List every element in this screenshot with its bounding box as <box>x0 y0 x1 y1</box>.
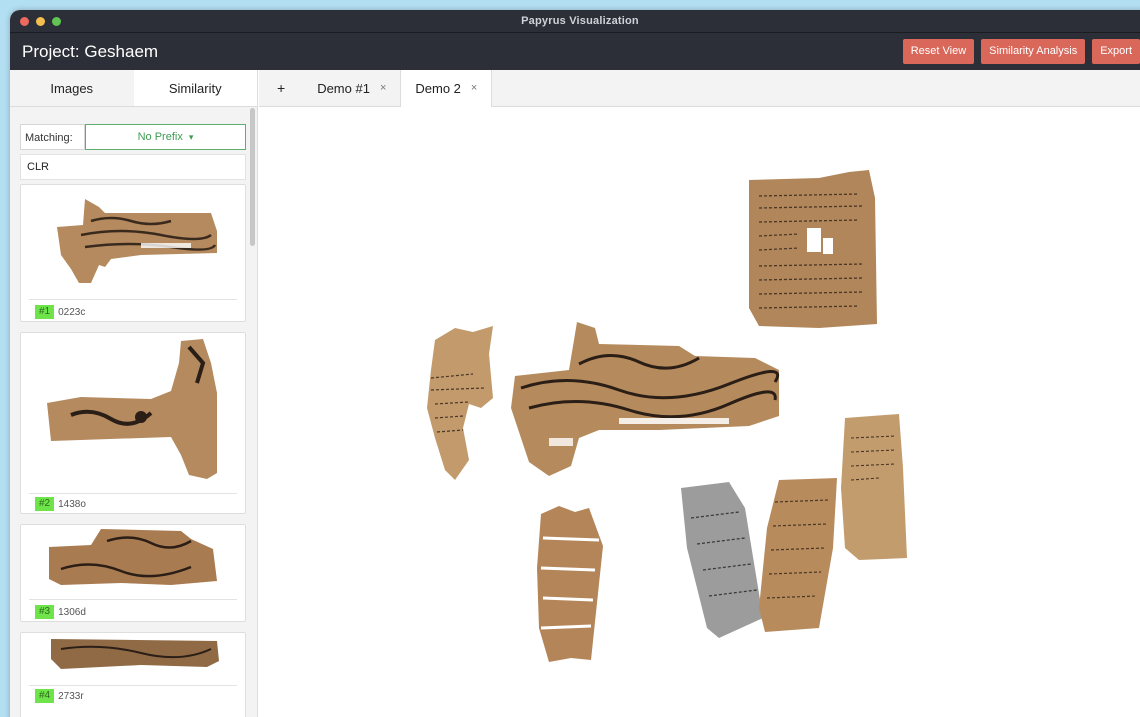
card-label: #4 2733r <box>35 689 84 703</box>
card-divider <box>29 685 237 686</box>
card-label: #1 0223c <box>35 305 85 319</box>
papyrus-fragment[interactable] <box>427 326 493 480</box>
tab-demo-1[interactable]: Demo #1 × <box>303 70 400 107</box>
card-label: #2 1438o <box>35 497 86 511</box>
app-window: Papyrus Visualization Project: Geshaem R… <box>10 10 1140 717</box>
sidebar: Images Similarity Matching: No Prefix ▾ … <box>10 70 258 717</box>
tab-images[interactable]: Images <box>10 70 134 106</box>
fragment-thumbnail <box>47 339 217 479</box>
rank-badge: #2 <box>35 497 55 511</box>
rank-badge: #4 <box>35 689 55 703</box>
similarity-results-panel[interactable]: Matching: No Prefix ▾ CLR #1 0223c #2 14… <box>10 108 257 717</box>
matching-row: Matching: No Prefix ▾ <box>20 124 246 150</box>
matching-label: Matching: <box>20 124 85 150</box>
papyrus-fragment[interactable] <box>749 170 877 328</box>
fragment-canvas[interactable] <box>259 108 1140 717</box>
fragment-id: 2733r <box>58 690 84 702</box>
app-header: Project: Geshaem Reset View Similarity A… <box>10 33 1140 70</box>
matching-selected-value: No Prefix <box>137 131 183 143</box>
similarity-analysis-button[interactable]: Similarity Analysis <box>981 39 1086 64</box>
result-card-1[interactable]: #1 0223c <box>20 184 246 322</box>
tab-similarity[interactable]: Similarity <box>133 70 257 106</box>
card-divider <box>29 299 237 300</box>
tab-label: Demo 2 <box>415 81 461 96</box>
method-label: CLR <box>20 154 246 180</box>
papyrus-fragment[interactable] <box>511 322 780 476</box>
papyrus-fragment[interactable] <box>841 414 907 560</box>
reset-view-button[interactable]: Reset View <box>902 39 975 64</box>
tab-label: Demo #1 <box>317 81 370 96</box>
add-tab-button[interactable]: + <box>259 70 303 107</box>
rank-badge: #1 <box>35 305 55 319</box>
close-icon[interactable]: × <box>380 70 386 107</box>
papyrus-fragment[interactable] <box>537 506 603 662</box>
fragment-id: 1438o <box>58 498 86 510</box>
fragment-id: 0223c <box>58 306 86 318</box>
result-card-3[interactable]: #3 1306d <box>20 524 246 622</box>
card-divider <box>29 599 237 600</box>
result-card-4[interactable]: #4 2733r <box>20 632 246 717</box>
workspace-tabs: + Demo #1 × Demo 2 × <box>259 70 1140 107</box>
fragment-thumbnail <box>57 199 217 283</box>
tab-demo-2[interactable]: Demo 2 × <box>400 70 493 107</box>
header-actions: Reset View Similarity Analysis Export <box>902 39 1140 64</box>
card-divider <box>29 493 237 494</box>
sidebar-scrollbar[interactable] <box>250 108 255 246</box>
window-title: Papyrus Visualization <box>521 15 639 27</box>
matching-prefix-select[interactable]: No Prefix ▾ <box>85 124 246 150</box>
export-button[interactable]: Export <box>1092 39 1140 64</box>
close-icon[interactable]: × <box>471 70 477 107</box>
rank-badge: #3 <box>35 605 55 619</box>
project-title: Project: Geshaem <box>22 42 159 61</box>
chevron-down-icon: ▾ <box>188 132 194 142</box>
result-card-2[interactable]: #2 1438o <box>20 332 246 514</box>
papyrus-fragment[interactable] <box>759 478 837 632</box>
sidebar-tabs: Images Similarity <box>10 70 257 107</box>
fragment-thumbnail <box>49 529 217 585</box>
fragment-thumbnail <box>51 639 219 669</box>
card-label: #3 1306d <box>35 605 86 619</box>
fragment-id: 1306d <box>58 606 86 618</box>
papyrus-fragment[interactable] <box>681 482 763 638</box>
fragment-layout <box>427 170 907 662</box>
title-bar: Papyrus Visualization <box>10 10 1140 33</box>
